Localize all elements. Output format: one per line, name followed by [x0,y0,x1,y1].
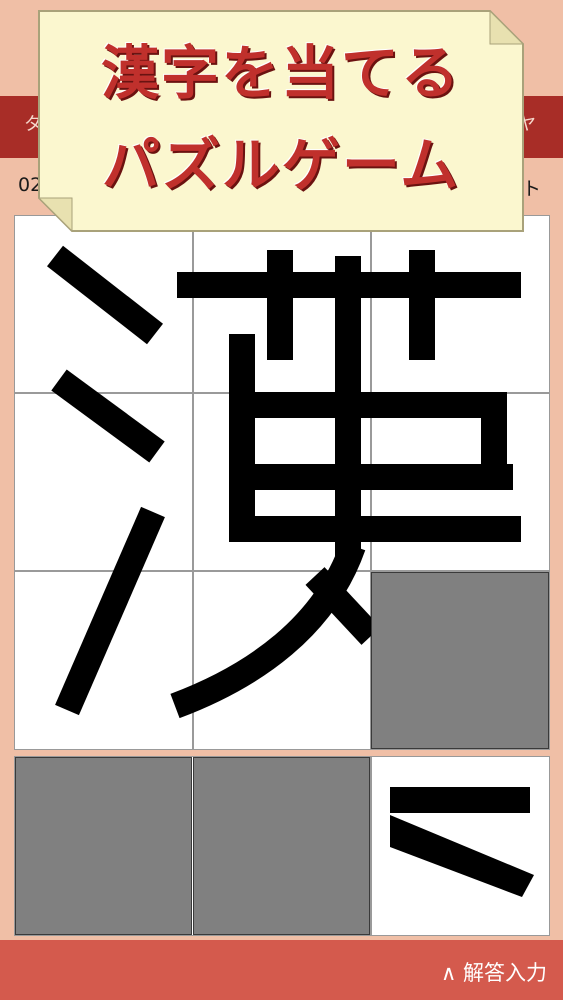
answer-input-button[interactable]: ∧ 解答入力 [441,957,547,987]
banner-title-line2: パズルゲーム [101,131,461,199]
banner-text-container: 漢字を当てる パズルゲーム [38,10,524,232]
piece-tray[interactable] [14,756,550,936]
puzzle-board[interactable] [14,215,550,750]
piece-tile[interactable] [193,757,370,935]
banner-title-line1: 漢字を当てる [100,39,461,107]
missing-tile[interactable] [371,572,549,749]
piece-tile[interactable] [15,757,192,935]
piece-fragment-icon[interactable] [372,757,549,935]
hint-text: ト [522,178,542,200]
